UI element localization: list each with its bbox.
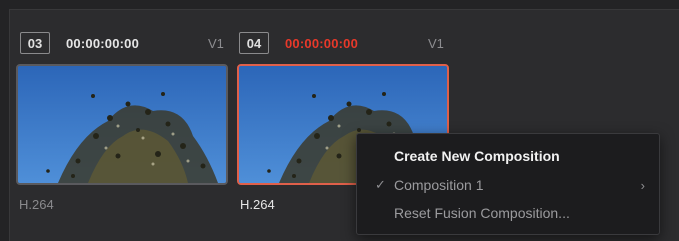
chevron-right-icon: › [640, 177, 645, 193]
clip-header-04: 04 00:00:00:00 [239, 32, 358, 54]
clip-thumbnail-03[interactable] [16, 64, 228, 185]
clip-timecode-active: 00:00:00:00 [285, 35, 359, 51]
clip-codec-label: H.264 [19, 197, 54, 212]
clip-timecode: 00:00:00:00 [66, 35, 140, 51]
menu-item-label: Composition 1 [394, 177, 484, 193]
context-menu: Create New Composition ✓ Composition 1 ›… [356, 133, 660, 235]
clip-number-badge: 04 [239, 32, 269, 54]
clip-header-03: 03 00:00:00:00 [20, 32, 139, 54]
menu-item-label: Create New Composition [394, 148, 560, 164]
tree-sky-thumbnail-icon [18, 66, 226, 183]
menu-item-reset-fusion-composition[interactable]: Reset Fusion Composition... [357, 200, 659, 226]
checkmark-icon: ✓ [375, 177, 386, 192]
clip-codec-label: H.264 [240, 197, 275, 212]
clip-track-label: V1 [428, 36, 444, 51]
menu-item-create-new-composition[interactable]: Create New Composition [357, 143, 659, 169]
clip-track-label: V1 [208, 36, 224, 51]
menu-item-composition-1[interactable]: ✓ Composition 1 › [357, 172, 659, 198]
clip-number-badge: 03 [20, 32, 50, 54]
menu-item-label: Reset Fusion Composition... [394, 205, 570, 221]
